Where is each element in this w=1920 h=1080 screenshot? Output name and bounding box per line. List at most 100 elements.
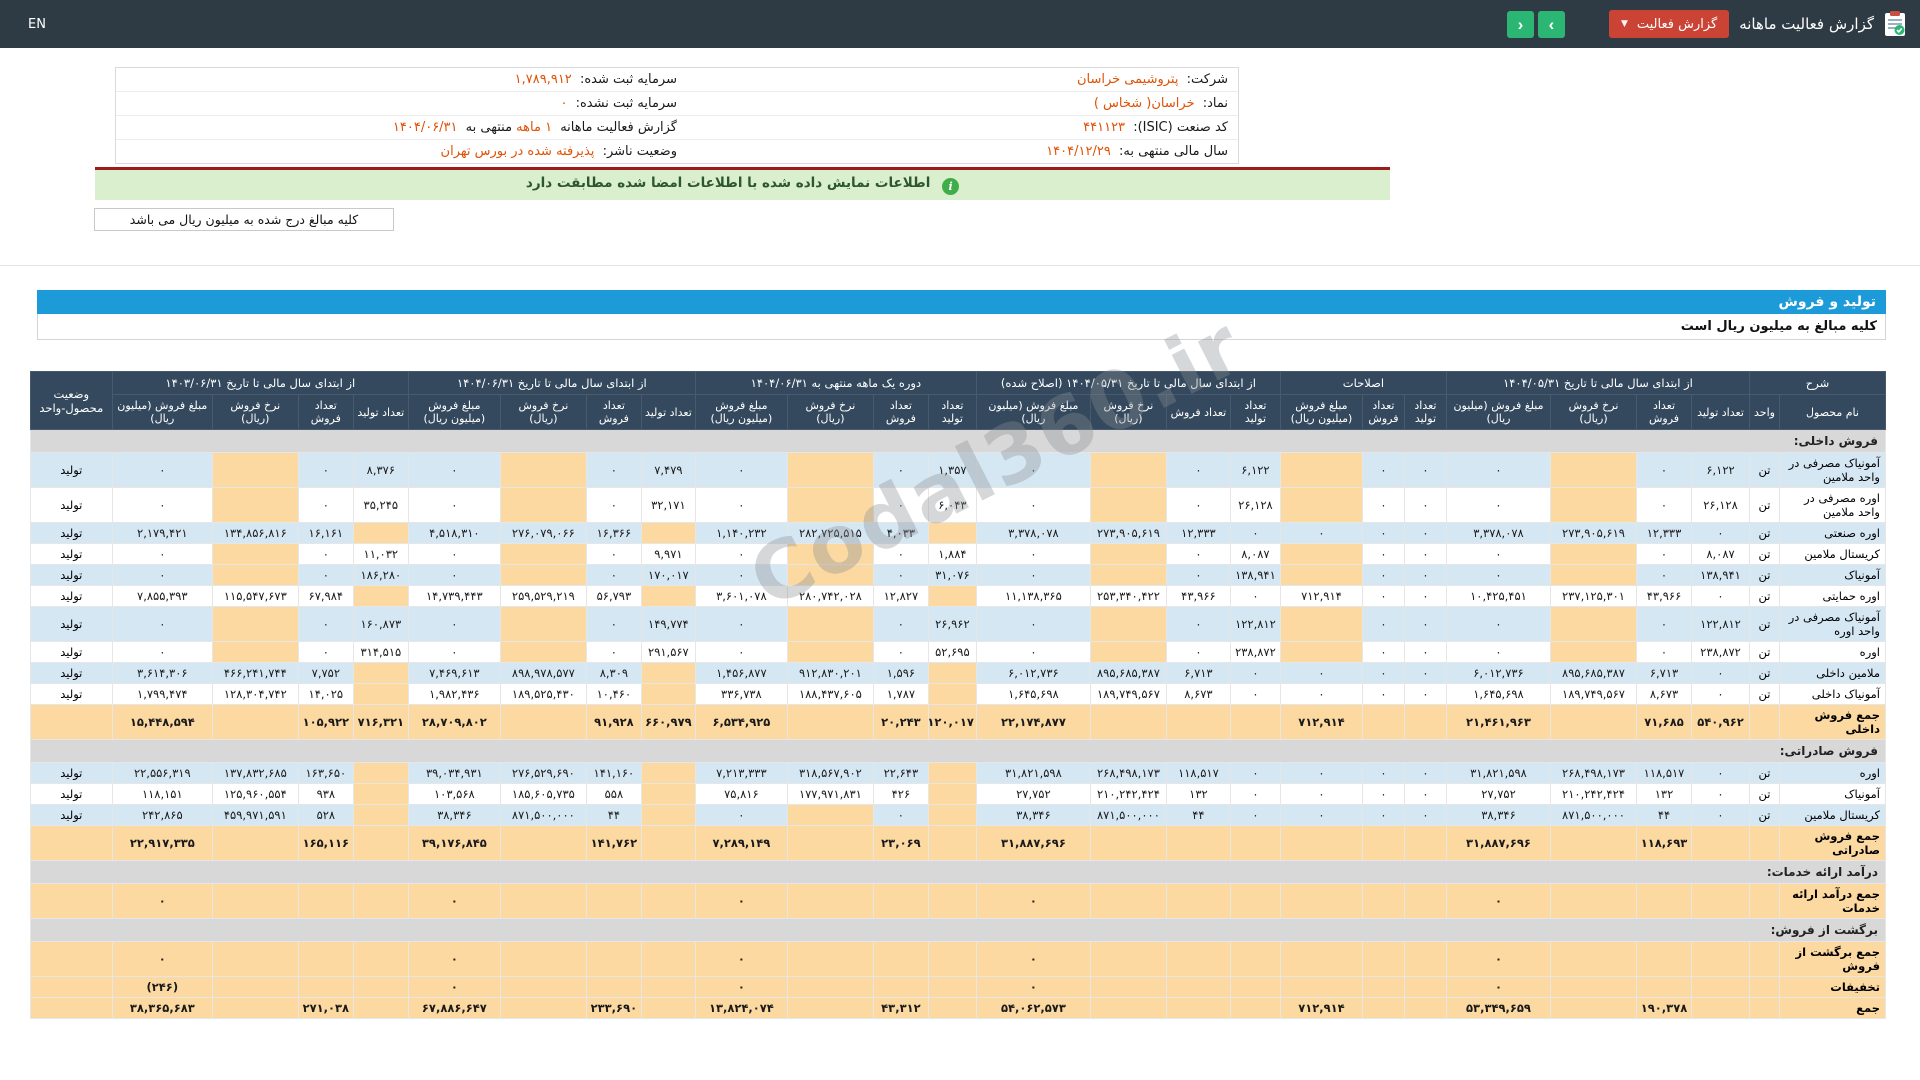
value-cell — [1279, 606, 1363, 642]
col-header: تعداد فروش — [297, 394, 354, 430]
value-cell: ۰ — [1445, 883, 1552, 919]
value-cell: ۴۴ — [1636, 804, 1692, 826]
value-cell: ۳۱,۸۲۱,۵۹۸ — [975, 762, 1091, 784]
value-cell: ۰ — [585, 641, 642, 663]
value-cell — [786, 452, 874, 488]
value-cell: ۴۳,۳۱۲ — [872, 997, 929, 1019]
col-header: نرخ فروش (ریال) — [786, 394, 874, 430]
value-cell: ۰ — [1403, 452, 1447, 488]
value-cell — [1089, 564, 1167, 586]
value-cell: ۲۳۸,۸۷۲ — [1229, 641, 1281, 663]
value-cell: ۰ — [1403, 762, 1447, 784]
value-cell — [640, 941, 696, 977]
value-cell — [211, 976, 299, 998]
value-cell — [927, 585, 977, 607]
value-cell — [1089, 704, 1167, 740]
registered-capital-field: سرمایه ثبت شده: ۱,۷۸۹,۹۱۲ — [126, 71, 677, 88]
value-cell — [927, 804, 977, 826]
unit-cell: تن — [1749, 804, 1780, 826]
value-cell — [1691, 941, 1750, 977]
field-value: ۱ ماهه — [516, 120, 553, 135]
value-cell — [1165, 941, 1231, 977]
value-cell: ۱۳,۸۲۴,۰۷۴ — [694, 997, 788, 1019]
value-cell: ۵۵۸ — [585, 783, 642, 805]
language-toggle[interactable]: EN — [28, 17, 46, 32]
value-cell: ۰ — [1691, 762, 1750, 784]
value-cell: ۳۲,۱۷۱ — [640, 487, 696, 523]
value-cell — [499, 543, 587, 565]
value-cell: ۵۴,۰۶۲,۵۷۳ — [975, 997, 1091, 1019]
value-cell: ۲۲,۱۷۴,۸۷۷ — [975, 704, 1091, 740]
value-cell: ۹۱۲,۸۳۰,۲۰۱ — [786, 662, 874, 684]
value-cell: ۰ — [694, 452, 788, 488]
separator-line — [0, 265, 1920, 266]
value-cell — [499, 564, 587, 586]
value-cell — [1279, 825, 1363, 861]
status-cell — [29, 883, 113, 919]
value-cell: ۸۹۵,۶۸۵,۳۸۷ — [1089, 662, 1167, 684]
unit-cell: تن — [1749, 487, 1780, 523]
value-cell: ۰ — [1165, 487, 1231, 523]
value-cell: ۲۶,۱۲۸ — [1691, 487, 1750, 523]
col-header: مبلغ فروش (میلیون ریال) — [1279, 394, 1363, 430]
unit-cell — [1749, 941, 1780, 977]
value-cell: ۴۳,۹۶۶ — [1636, 585, 1692, 607]
value-cell: ۲۶۸,۴۹۸,۱۷۳ — [1550, 762, 1637, 784]
value-cell — [640, 662, 696, 684]
value-cell: ۵۳,۳۴۹,۶۵۹ — [1445, 997, 1552, 1019]
value-cell — [1279, 941, 1363, 977]
value-cell: ۷۱۲,۹۱۴ — [1279, 704, 1363, 740]
status-cell: تولید — [29, 606, 113, 642]
value-cell: ۰ — [111, 941, 213, 977]
value-cell: ۲۷۱,۰۳۸ — [297, 997, 354, 1019]
value-cell: ۰ — [111, 452, 213, 488]
value-cell: ۰ — [1445, 641, 1552, 663]
value-cell: ۲۷,۷۵۲ — [1445, 783, 1552, 805]
value-cell — [1089, 825, 1167, 861]
value-cell: ۰ — [1445, 606, 1552, 642]
value-cell — [1165, 704, 1231, 740]
value-cell: ۲۷۶,۵۲۹,۶۹۰ — [499, 762, 587, 784]
value-cell — [786, 487, 874, 523]
report-type-dropdown[interactable]: گزارش فعالیت ▼ — [1608, 10, 1730, 38]
value-cell: ۰ — [694, 976, 788, 998]
value-cell — [1691, 825, 1750, 861]
value-cell: ۶۶۰,۹۷۹ — [640, 704, 696, 740]
value-cell: ۰ — [975, 543, 1091, 565]
col-header: تعداد تولید — [1691, 394, 1750, 430]
prev-report-button[interactable]: ‹ — [1506, 10, 1534, 38]
section-row: برگشت از فروش: — [29, 918, 1887, 942]
status-cell: تولید — [29, 683, 113, 705]
chevron-down-icon: ▼ — [1620, 19, 1628, 29]
value-cell: ۰ — [975, 641, 1091, 663]
product-name-cell: کریستال ملامین — [1779, 804, 1886, 826]
value-cell: ۰ — [1279, 683, 1363, 705]
value-cell — [1550, 941, 1637, 977]
value-cell — [1550, 883, 1637, 919]
value-cell: ۰ — [694, 487, 788, 523]
value-cell: ۰ — [111, 606, 213, 642]
value-cell: ۰ — [1165, 543, 1231, 565]
section-label: درآمد ارائه خدمات: — [29, 860, 1887, 884]
value-cell — [1089, 543, 1167, 565]
value-cell — [585, 976, 642, 998]
product-row: آمونیاک تن ۰ ۱۳۲ ۲۱۰,۲۴۲,۴۲۴ ۲۷,۷۵۲ ۰ ۰ ۰ ۰ ۱۳۲ ۲۱۰… — [29, 783, 1886, 805]
value-cell: ۰ — [1229, 662, 1281, 684]
product-row: اوره تن ۲۳۸,۸۷۲ ۰ ۰ ۰ ۰ ۲۳۸,۸۷۲ ۰ ۰ ۵۲,۶۹۵ ۰ ۰ ۲۹۱,۵۶… — [29, 641, 1886, 663]
total-row: جمع درآمد ارائه خدمات ۰ ۰ ۰ ۰ ۰ — [29, 883, 1886, 919]
value-cell: ۰ — [975, 883, 1091, 919]
next-report-button[interactable]: › — [1537, 10, 1565, 38]
product-row: کریستال ملامین تن ۸,۰۸۷ ۰ ۰ ۰ ۰ ۸,۰۸۷ ۰ ۰ ۱,۸۸۴ ۰ ۰ ۹… — [29, 543, 1886, 565]
total-row: جمع فروش داخلی ۵۴۰,۹۶۲ ۷۱,۶۸۵ ۲۱,۴۶۱,۹۶۳ ۷۱۲… — [29, 704, 1886, 740]
value-cell: ۰ — [1361, 585, 1405, 607]
value-cell: ۱۱۸,۶۹۳ — [1636, 825, 1692, 861]
value-cell: ۸,۶۷۳ — [1165, 683, 1231, 705]
value-cell — [1279, 452, 1363, 488]
unit-cell: تن — [1749, 783, 1780, 805]
product-row: کریستال ملامین تن ۰ ۴۴ ۸۷۱,۵۰۰,۰۰۰ ۳۸,۳۴۶ ۰ ۰ ۰ ۰… — [29, 804, 1886, 826]
col-header: نرخ فروش (ریال) — [499, 394, 587, 430]
value-cell: ۸,۳۷۶ — [352, 452, 409, 488]
unregistered-capital-field: سرمایه ثبت نشده: ۰ — [126, 95, 677, 112]
value-cell — [352, 783, 409, 805]
value-cell — [499, 641, 587, 663]
